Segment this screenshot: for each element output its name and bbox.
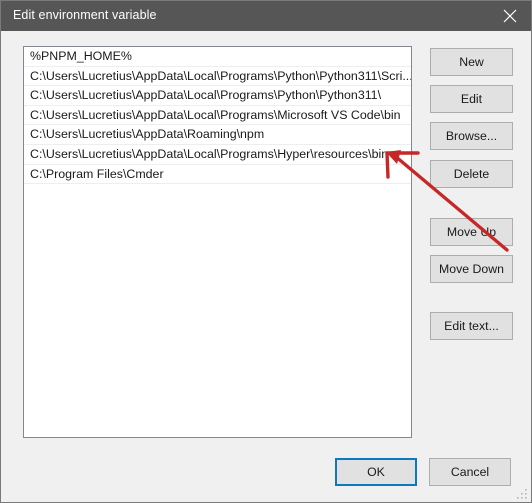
list-item[interactable]: C:\Users\Lucretius\AppData\Local\Program… [24, 145, 411, 165]
resize-grip[interactable] [516, 488, 528, 500]
title-bar: Edit environment variable [1, 1, 531, 31]
list-item[interactable]: %PNPM_HOME% [24, 47, 411, 67]
new-button[interactable]: New [430, 48, 513, 76]
move-up-button[interactable]: Move Up [430, 218, 513, 246]
list-item[interactable]: C:\Users\Lucretius\AppData\Local\Program… [24, 106, 411, 126]
list-item[interactable]: C:\Users\Lucretius\AppData\Local\Program… [24, 67, 411, 87]
close-icon [503, 9, 517, 23]
path-list[interactable]: %PNPM_HOME% C:\Users\Lucretius\AppData\L… [23, 46, 412, 438]
ok-button[interactable]: OK [335, 458, 417, 486]
list-item[interactable]: C:\Users\Lucretius\AppData\Local\Program… [24, 86, 411, 106]
edit-button[interactable]: Edit [430, 85, 513, 113]
list-item[interactable]: C:\Users\Lucretius\AppData\Roaming\npm [24, 125, 411, 145]
window-title: Edit environment variable [13, 8, 157, 22]
edit-environment-variable-dialog: Edit environment variable %PNPM_HOME% C:… [0, 0, 532, 503]
close-button[interactable] [487, 1, 531, 31]
list-item[interactable]: C:\Program Files\Cmder [24, 165, 411, 185]
dialog-body: %PNPM_HOME% C:\Users\Lucretius\AppData\L… [1, 31, 531, 502]
cancel-button[interactable]: Cancel [429, 458, 511, 486]
delete-button[interactable]: Delete [430, 160, 513, 188]
browse-button[interactable]: Browse... [430, 122, 513, 150]
move-down-button[interactable]: Move Down [430, 255, 513, 283]
edit-text-button[interactable]: Edit text... [430, 312, 513, 340]
